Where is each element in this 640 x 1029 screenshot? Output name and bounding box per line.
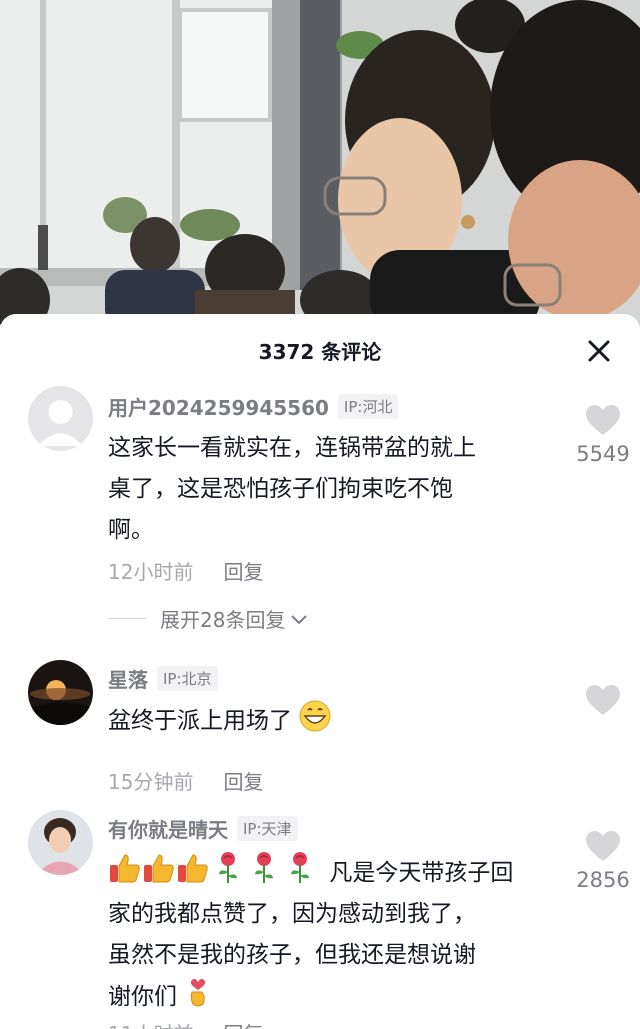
thumbs-up-emoji <box>178 854 208 883</box>
reply-button[interactable]: 回复 <box>223 556 263 585</box>
thumbs-up-emoji <box>110 854 140 883</box>
like-button[interactable] <box>570 684 636 722</box>
username[interactable]: 有你就是晴天 <box>108 814 228 843</box>
comment-text: 盆终于派上用场了 <box>108 700 524 742</box>
comment-text: 这家长一看就实在，连锅带盆的就上 桌了，这是恐怕孩子们拘束吃不饱 啊。 <box>108 435 476 543</box>
close-icon[interactable] <box>586 338 612 364</box>
avatar[interactable] <box>28 810 93 875</box>
video-player[interactable] <box>0 0 640 330</box>
like-count: 2856 <box>576 868 630 892</box>
expand-replies-button[interactable]: 展开28条回复 <box>108 604 309 633</box>
avatar[interactable] <box>28 660 93 725</box>
username[interactable]: 用户2024259945560 <box>108 392 329 421</box>
heart-icon <box>586 685 620 715</box>
like-button[interactable]: 5549 <box>570 404 636 466</box>
rose-emoji <box>255 852 273 883</box>
grinning-emoji <box>299 700 331 732</box>
ip-location-badge: IP:北京 <box>157 666 218 691</box>
comment-time: 11小时前 <box>108 1018 193 1029</box>
divider <box>108 618 146 619</box>
comment-time: 12小时前 <box>108 560 194 584</box>
reply-button[interactable]: 回复 <box>223 1018 263 1029</box>
chevron-down-icon <box>291 614 308 624</box>
rose-emoji <box>291 852 309 883</box>
rose-emoji <box>219 852 237 883</box>
username[interactable]: 星落 <box>108 664 148 693</box>
finger-heart-emoji <box>191 978 206 1007</box>
ip-location-badge: IP:河北 <box>337 394 399 419</box>
ip-location-badge: IP:天津 <box>237 816 298 841</box>
comment-text: 凡是今天带孩子回 家的我都点赞了，因为感动到我了， 虽然不是我的孩子，但我还是想… <box>108 850 524 1018</box>
heart-icon <box>586 405 620 435</box>
comment-count-title: 3372 条评论 <box>258 340 382 364</box>
heart-icon <box>586 831 620 861</box>
emoji-row <box>108 852 325 886</box>
comment-time: 15分钟前 <box>108 770 194 794</box>
like-count: 5549 <box>576 442 630 466</box>
video-frame <box>0 0 640 330</box>
comment-sheet: 3372 条评论 用户2024259945560 IP:河北 这家长一看就实在，… <box>0 314 640 1029</box>
avatar[interactable] <box>28 386 93 451</box>
reply-button[interactable]: 回复 <box>223 766 263 795</box>
like-button[interactable]: 2856 <box>570 830 636 892</box>
thumbs-up-emoji <box>144 854 174 883</box>
